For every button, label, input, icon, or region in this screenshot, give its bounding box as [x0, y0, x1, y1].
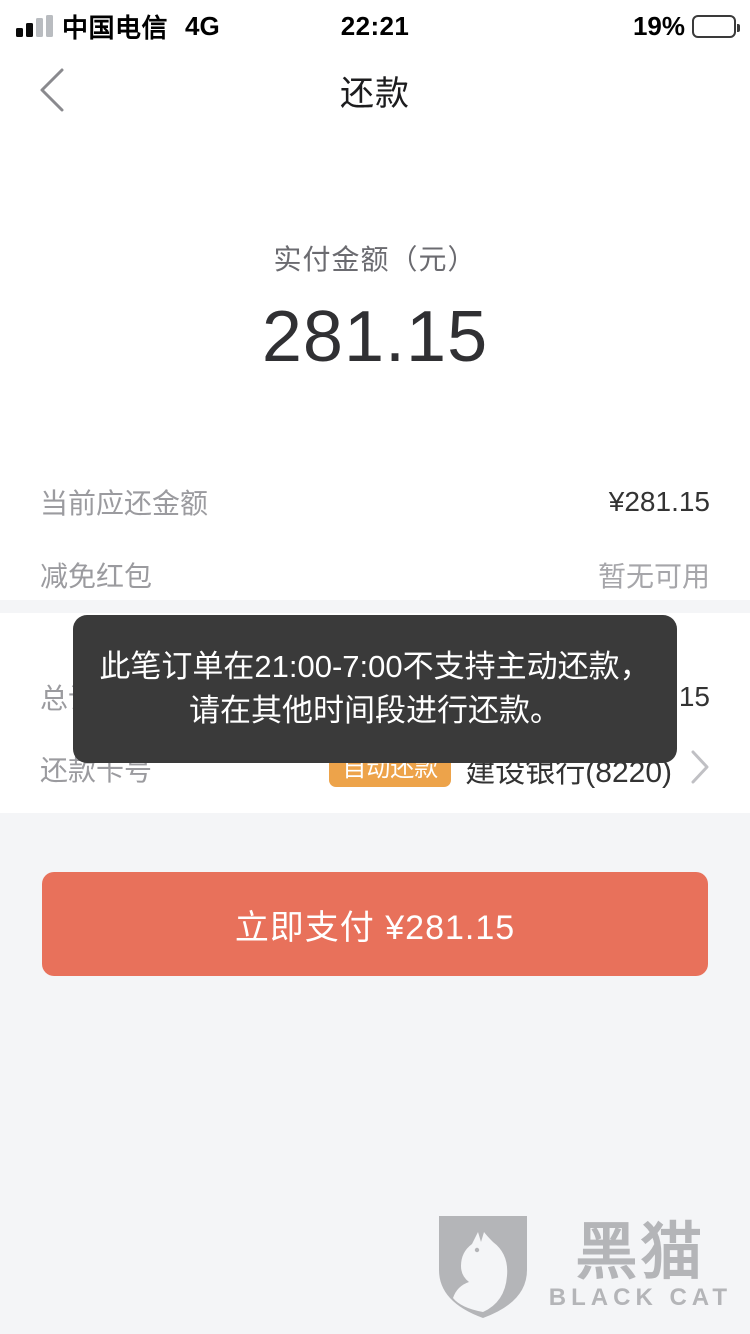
amount-value: 281.15: [261, 297, 489, 377]
row-label: 减免红包: [40, 561, 153, 592]
battery-percent-label: 19%: [632, 10, 685, 41]
row-current-due: 当前应还金额 ¥281.15: [0, 466, 750, 538]
page-title: 还款: [340, 74, 410, 113]
row-value: 暂无可用: [597, 561, 710, 592]
section-divider: [0, 600, 750, 613]
status-bar: 中国电信 4G 22:21 19% ⚡: [0, 0, 750, 52]
row-label: 当前应还金额: [40, 488, 209, 519]
chevron-left-icon: [40, 68, 64, 112]
amount-label: 实付金额（元）: [273, 244, 477, 275]
battery-charging-icon: ⚡: [692, 14, 740, 38]
chevron-right-icon: [690, 749, 710, 790]
back-button[interactable]: [22, 52, 82, 128]
navigation-bar: 还款: [0, 52, 750, 128]
watermark-en-label: BLACK CAT: [548, 1284, 732, 1311]
black-cat-shield-icon: [438, 1216, 527, 1318]
row-value: ¥281.15: [608, 486, 710, 517]
watermark-black-cat: 黑猫 BLACK CAT: [431, 1210, 732, 1322]
amount-hero-section: 实付金额（元） 281.15: [0, 128, 750, 428]
pay-now-button[interactable]: 立即支付 ¥281.15: [42, 872, 708, 976]
toast-text: 此笔订单在21:00-7:00不支持主动还款，请在其他时间段进行还款。: [99, 648, 651, 728]
watermark-text: 黑猫 BLACK CAT: [549, 1222, 732, 1310]
app-screen: 中国电信 4G 22:21 19% ⚡ 还款 实付金额（元） 281.15 当前…: [0, 0, 750, 1334]
toast-message: 此笔订单在21:00-7:00不支持主动还款，请在其他时间段进行还款。: [73, 615, 677, 763]
status-bar-right: 19% ⚡: [632, 0, 740, 52]
watermark-cn-label: 黑猫: [575, 1218, 706, 1287]
summary-card: 当前应还金额 ¥281.15 减免红包 暂无可用: [0, 428, 750, 600]
